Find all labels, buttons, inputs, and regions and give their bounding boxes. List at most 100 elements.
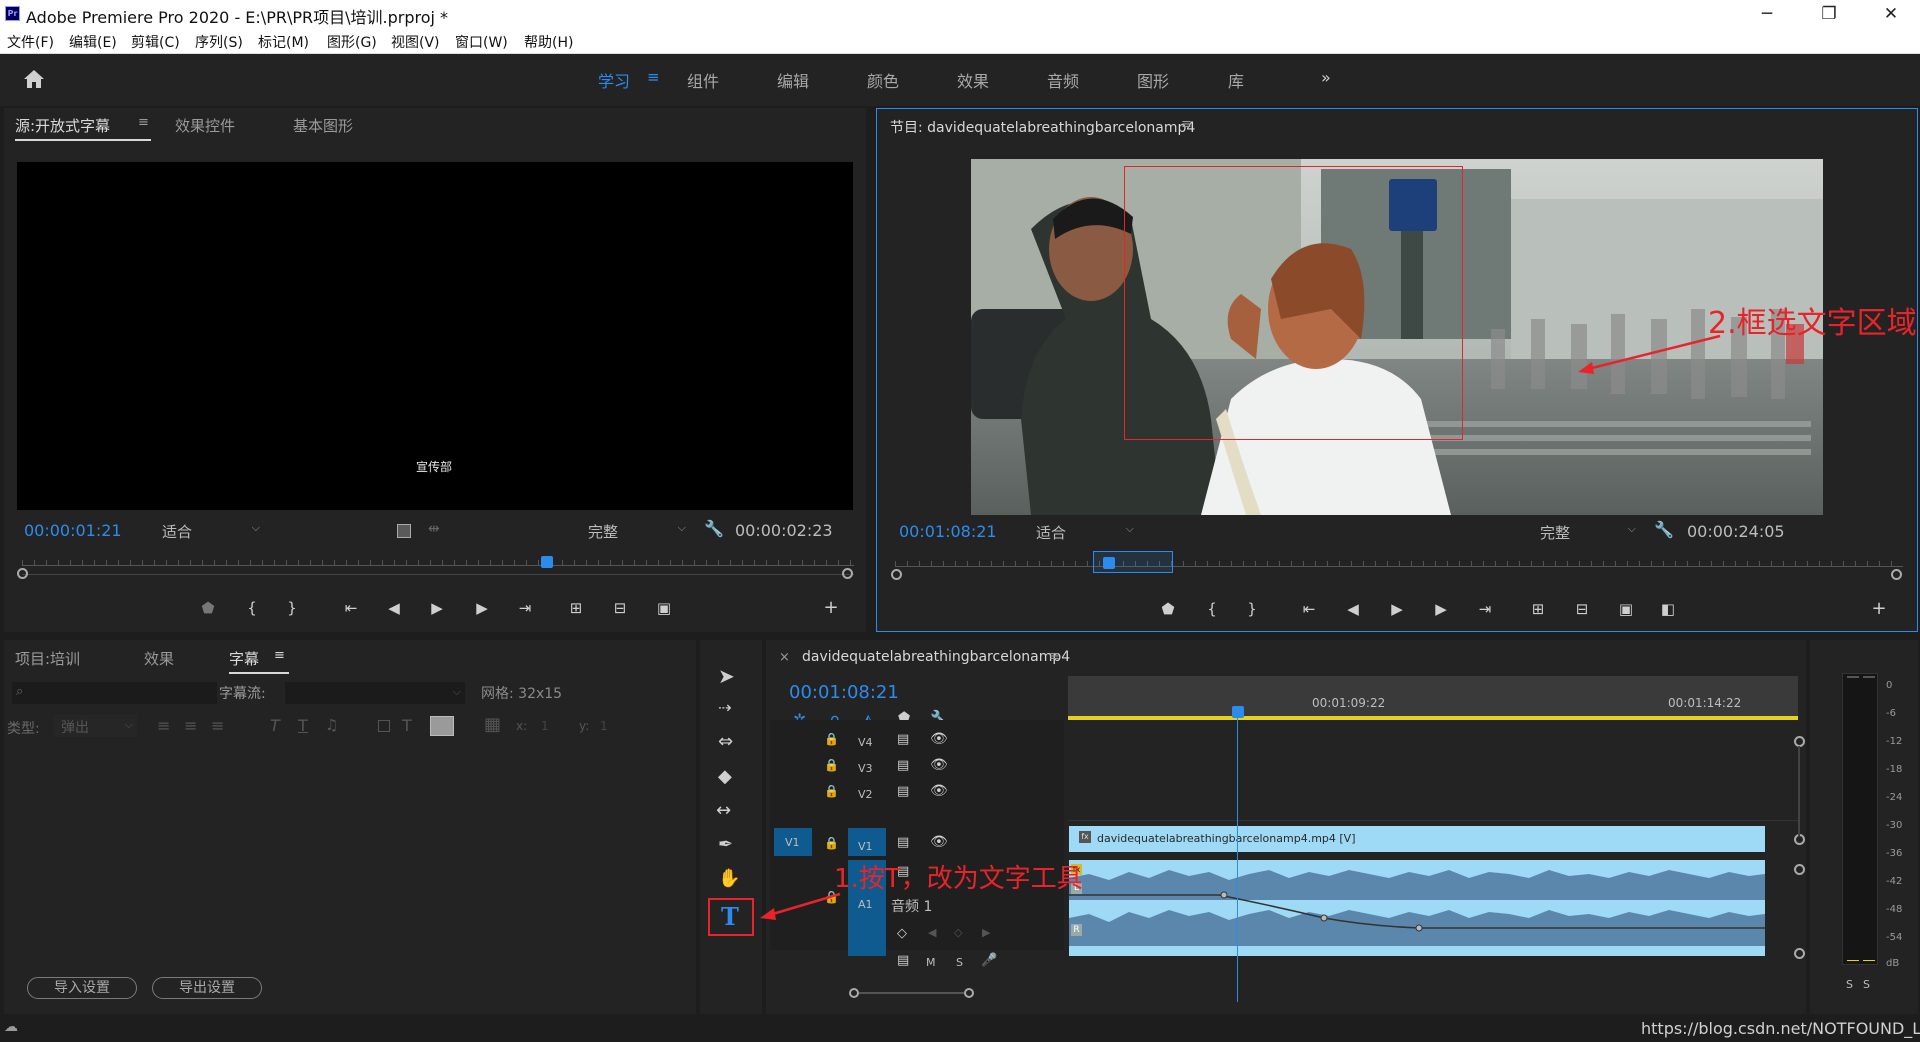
audio-clip[interactable]: fx L R (1069, 860, 1765, 956)
text-color-icon[interactable]: T (402, 716, 412, 735)
step-forward-icon[interactable]: ▶ (471, 599, 493, 619)
minimize-button[interactable]: ─ (1744, 0, 1790, 28)
program-go-to-out-icon[interactable]: ⇥ (1474, 600, 1496, 620)
lock-icon-a1[interactable]: 🔒 (824, 890, 839, 904)
a-scroll-top[interactable] (1794, 864, 1805, 875)
lift-icon[interactable]: ⊞ (1527, 600, 1549, 620)
timeline-close-icon[interactable]: × (779, 650, 790, 665)
go-to-in-icon[interactable]: ⇤ (340, 599, 362, 619)
hand-tool-icon[interactable]: ✋ (718, 868, 740, 889)
prev-keyframe-icon[interactable]: ◀ (928, 926, 936, 939)
wrench-icon[interactable]: 🔧 (704, 519, 724, 538)
program-menu-icon[interactable]: ≡ (1181, 117, 1192, 132)
a-scroll-bottom[interactable] (1794, 948, 1805, 959)
menu-help[interactable]: 帮助(H) (524, 32, 573, 52)
v-scrollbar[interactable] (1798, 746, 1800, 836)
master-mute-button[interactable]: M (926, 956, 936, 969)
voice-over-icon[interactable]: 🎤 (981, 953, 997, 968)
safe-margins-icon[interactable] (397, 524, 411, 538)
track-select-tool-icon[interactable]: ⇢ (718, 698, 731, 717)
caption-stream-dropdown[interactable]: ⌵ (285, 682, 465, 704)
timeline-menu-icon[interactable]: ≡ (1049, 649, 1060, 664)
position-grid-icon[interactable]: ▦ (484, 714, 501, 735)
source-monitor[interactable]: 宣传部 (17, 162, 853, 510)
video-clip[interactable]: fx davidequatelabreathingbarcelonamp4.mp… (1069, 826, 1765, 852)
align-center-icon[interactable]: ≡ (184, 716, 197, 735)
tab-captions[interactable]: 字幕 (229, 648, 259, 669)
h-scroll-right[interactable] (964, 988, 974, 998)
type-dropdown[interactable]: 弹出 ⌵ (53, 715, 137, 737)
add-marker-icon[interactable]: ⬟ (197, 599, 219, 619)
source-zoom-bar[interactable] (22, 574, 854, 575)
h-scroll-left[interactable] (849, 988, 859, 998)
menu-window[interactable]: 窗口(W) (455, 32, 508, 52)
program-wrench-icon[interactable]: 🔧 (1654, 520, 1674, 539)
eye-icon-v2[interactable]: 👁 (930, 783, 948, 799)
sync-lock-icon-a1[interactable]: ▤ (897, 864, 909, 879)
ripple-edit-tool-icon[interactable]: ⇔ (718, 731, 733, 752)
lock-icon-v3[interactable]: 🔒 (824, 758, 839, 772)
solo-right-button[interactable]: S (1863, 978, 1870, 991)
workspace-assembly[interactable]: 组件 (687, 68, 719, 92)
x-value[interactable]: 1 (541, 719, 549, 733)
menu-clip[interactable]: 剪辑(C) (131, 32, 180, 52)
program-add-marker-icon[interactable]: ⬟ (1157, 600, 1179, 620)
workspace-menu-icon[interactable]: ≡ (647, 68, 660, 86)
caption-search-input[interactable]: ⌕ (12, 682, 217, 704)
overwrite-icon[interactable]: ⊟ (609, 599, 631, 619)
sync-lock-icon-v3[interactable]: ▤ (897, 758, 909, 773)
align-right-icon[interactable]: ≡ (211, 716, 224, 735)
source-quality-dropdown[interactable]: 完整 ⌵ (588, 521, 688, 542)
selection-tool-icon[interactable]: ➤ (718, 664, 735, 688)
workspace-effects[interactable]: 效果 (957, 68, 989, 92)
h-scrollbar[interactable] (859, 992, 964, 994)
sync-lock-icon-v2[interactable]: ▤ (897, 784, 909, 799)
program-zoom-left[interactable] (891, 569, 902, 580)
export-settings-button[interactable]: 导出设置 (152, 977, 262, 999)
workspace-audio[interactable]: 音频 (1047, 68, 1079, 92)
master-solo-button[interactable]: S (956, 956, 963, 969)
program-timecode[interactable]: 00:01:08:21 (899, 522, 997, 541)
menu-edit[interactable]: 编辑(E) (69, 32, 117, 52)
color-swatch[interactable] (430, 716, 454, 736)
go-to-out-icon[interactable]: ⇥ (514, 599, 536, 619)
lock-icon-v1[interactable]: 🔒 (824, 836, 839, 850)
workspace-color[interactable]: 颜色 (867, 68, 899, 92)
lock-icon-v4[interactable]: 🔒 (824, 732, 839, 746)
zoom-handle-left[interactable] (17, 568, 28, 579)
timeline-sequence-tab[interactable]: davidequatelabreathingbarcelonamp4 (802, 649, 1070, 665)
tab-source[interactable]: 源:开放式字幕 (15, 115, 110, 136)
menu-sequence[interactable]: 序列(S) (195, 32, 243, 52)
button-editor-icon[interactable]: + (820, 599, 842, 619)
creative-cloud-icon[interactable]: ☁ (4, 1019, 18, 1035)
drag-video-icon[interactable]: ⇹ (428, 521, 440, 537)
program-zoom-right[interactable] (1891, 569, 1902, 580)
program-mark-out-icon[interactable]: } (1241, 600, 1263, 620)
captions-menu-icon[interactable]: ≡ (274, 648, 285, 663)
menu-file[interactable]: 文件(F) (7, 32, 54, 52)
background-color-icon[interactable] (378, 720, 390, 732)
workspace-more-icon[interactable]: » (1321, 68, 1331, 87)
sync-lock-icon-v4[interactable]: ▤ (897, 732, 909, 747)
source-menu-icon[interactable]: ≡ (138, 115, 149, 130)
source-patch-v1[interactable]: V1 (774, 828, 812, 856)
align-left-icon[interactable]: ≡ (157, 716, 170, 735)
eye-icon-v4[interactable]: 👁 (930, 731, 948, 747)
program-button-editor-icon[interactable]: + (1868, 600, 1890, 620)
program-mark-in-icon[interactable]: { (1201, 600, 1223, 620)
insert-icon[interactable]: ⊞ (565, 599, 587, 619)
mark-out-icon[interactable]: } (281, 599, 303, 619)
close-button[interactable]: ✕ (1868, 0, 1914, 28)
program-go-to-in-icon[interactable]: ⇤ (1298, 600, 1320, 620)
program-step-forward-icon[interactable]: ▶ (1430, 600, 1452, 620)
tab-effects[interactable]: 效果 (144, 648, 174, 669)
program-monitor-frame[interactable] (971, 159, 1823, 515)
program-play-icon[interactable]: ▶ (1386, 600, 1408, 620)
program-export-frame-icon[interactable]: ▣ (1615, 600, 1637, 620)
menu-marker[interactable]: 标记(M) (258, 32, 309, 52)
source-time-ruler[interactable] (22, 560, 854, 566)
mark-in-icon[interactable]: { (241, 599, 263, 619)
eye-icon-v3[interactable]: 👁 (930, 757, 948, 773)
workspace-libraries[interactable]: 库 (1228, 68, 1244, 92)
tab-essential-graphics[interactable]: 基本图形 (293, 115, 353, 136)
